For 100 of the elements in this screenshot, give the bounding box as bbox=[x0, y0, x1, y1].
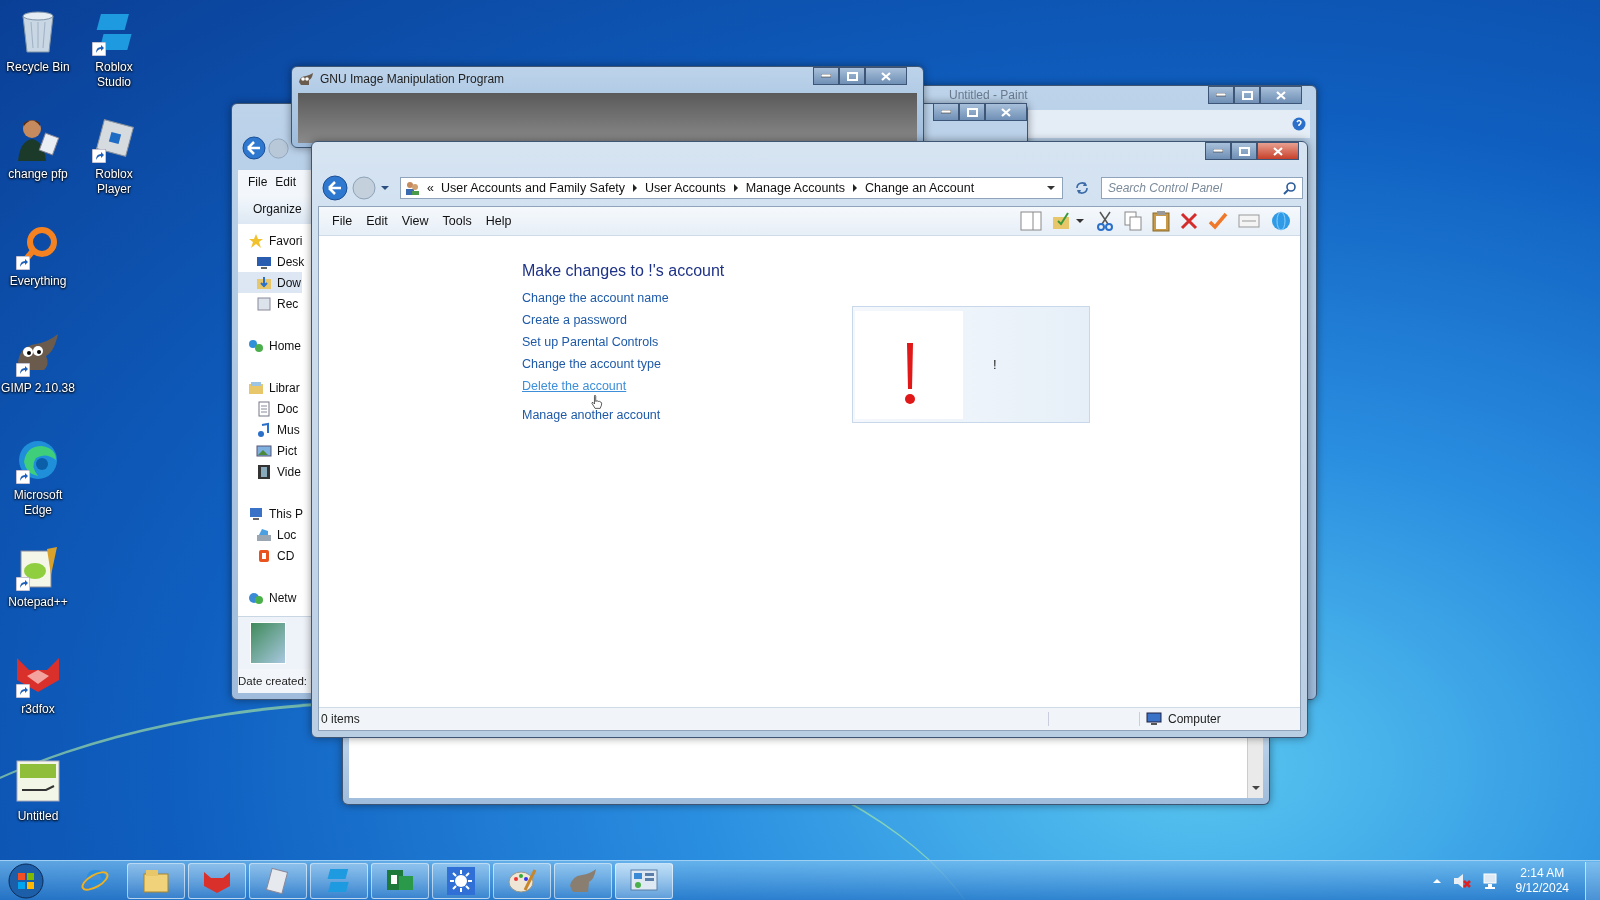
breadcrumb-item[interactable]: Manage Accounts bbox=[745, 181, 846, 195]
location-label: Computer bbox=[1168, 712, 1221, 726]
show-desktop-button[interactable] bbox=[1585, 862, 1600, 900]
close-button[interactable] bbox=[1257, 142, 1299, 160]
breadcrumb-item[interactable]: User Accounts and Family Safety bbox=[440, 181, 626, 195]
nav-item[interactable]: Pict bbox=[238, 440, 298, 461]
recent-pages-icon[interactable] bbox=[380, 184, 390, 192]
taskbar-button[interactable] bbox=[371, 863, 429, 899]
nav-item[interactable]: This P bbox=[238, 503, 304, 524]
desktop-shortcut[interactable]: Microsoft Edge bbox=[0, 432, 76, 539]
music-icon bbox=[256, 421, 272, 438]
task-link[interactable]: Change the account type bbox=[522, 356, 661, 372]
chevron-right-icon[interactable] bbox=[632, 184, 639, 192]
task-link[interactable]: Manage another account bbox=[522, 407, 661, 423]
desktop-shortcut[interactable]: r3dfox bbox=[0, 646, 76, 753]
taskbar-button[interactable] bbox=[615, 863, 673, 899]
paste-icon[interactable] bbox=[1152, 210, 1170, 232]
task-link[interactable]: Change the account name bbox=[522, 290, 669, 306]
nav-item[interactable]: CD bbox=[238, 545, 296, 566]
cut-icon[interactable] bbox=[1096, 211, 1114, 231]
volume-icon[interactable] bbox=[1451, 872, 1472, 890]
minimize-button[interactable] bbox=[813, 67, 839, 85]
address-bar[interactable]: « User Accounts and Family Safety User Accounts Manage Accounts Change an Account bbox=[400, 177, 1063, 199]
maximize-button[interactable] bbox=[959, 103, 985, 121]
scroll-down-icon[interactable] bbox=[1250, 784, 1261, 792]
minimize-button[interactable] bbox=[1205, 142, 1231, 160]
scrollbar[interactable] bbox=[1247, 738, 1263, 798]
desktop-shortcut[interactable]: Roblox Studio bbox=[76, 4, 152, 111]
task-link[interactable]: Create a password bbox=[522, 312, 627, 328]
nav-item[interactable]: Loc bbox=[238, 524, 298, 545]
nav-item[interactable]: Dow bbox=[238, 272, 302, 293]
maximize-icon bbox=[846, 71, 858, 81]
menu-item[interactable]: File bbox=[244, 173, 272, 191]
maximize-button[interactable] bbox=[1231, 142, 1257, 160]
breadcrumb-item[interactable]: Change an Account bbox=[865, 181, 975, 195]
search-field[interactable]: Search Control Panel bbox=[1101, 177, 1303, 199]
help-icon[interactable] bbox=[1292, 117, 1306, 131]
app-icon bbox=[446, 866, 476, 896]
taskbar-button[interactable] bbox=[188, 863, 246, 899]
nav-item[interactable]: Netw bbox=[238, 587, 298, 608]
menu-item[interactable]: View bbox=[394, 212, 436, 230]
nav-item[interactable]: Favori bbox=[238, 230, 304, 251]
nav-item[interactable]: Librar bbox=[238, 377, 301, 398]
desktop-shortcut[interactable]: Everything bbox=[0, 218, 76, 325]
star-icon bbox=[248, 232, 264, 249]
desktop-shortcut[interactable]: change pfp bbox=[0, 111, 76, 218]
menu-item[interactable]: Edit bbox=[271, 173, 301, 191]
minimize-button[interactable] bbox=[933, 103, 959, 121]
users-icon bbox=[404, 180, 420, 196]
minimize-button[interactable] bbox=[1208, 86, 1234, 104]
show-hidden-icons[interactable] bbox=[1431, 877, 1442, 885]
checkmark-icon[interactable] bbox=[1208, 212, 1228, 230]
overflow-chevron[interactable]: « bbox=[427, 181, 434, 195]
nav-item[interactable]: Desk bbox=[238, 251, 306, 272]
copy-icon[interactable] bbox=[1124, 211, 1142, 231]
menu-item[interactable]: Tools bbox=[435, 212, 479, 230]
chevron-right-icon[interactable] bbox=[732, 184, 739, 192]
shortcut-arrow-icon bbox=[16, 363, 30, 377]
recycle-bin-icon bbox=[19, 10, 57, 54]
desktop-shortcut[interactable]: Untitled bbox=[0, 753, 76, 860]
maximize-button[interactable] bbox=[839, 67, 865, 85]
menu-item[interactable]: Edit bbox=[359, 212, 395, 230]
close-icon bbox=[1273, 146, 1283, 156]
breadcrumb-item[interactable]: User Accounts bbox=[645, 181, 726, 195]
menu-item[interactable]: File bbox=[325, 212, 360, 230]
taskbar-button[interactable] bbox=[493, 863, 551, 899]
close-button[interactable] bbox=[985, 103, 1027, 121]
nav-item[interactable]: Mus bbox=[238, 419, 301, 440]
nav-item[interactable]: Vide bbox=[238, 461, 302, 482]
task-link[interactable]: Delete the account bbox=[522, 378, 627, 394]
close-button[interactable] bbox=[865, 67, 907, 85]
close-button[interactable] bbox=[1260, 86, 1302, 104]
menu-item[interactable]: Help bbox=[478, 212, 519, 230]
desktop-shortcut[interactable]: Roblox Player bbox=[76, 111, 152, 218]
taskbar-button[interactable] bbox=[310, 863, 368, 899]
dropdown-icon[interactable] bbox=[1046, 184, 1056, 192]
desktop-shortcut[interactable]: Notepad++ bbox=[0, 539, 76, 646]
nav-item[interactable]: Doc bbox=[238, 398, 300, 419]
toolbar-button[interactable]: Organize bbox=[246, 200, 309, 218]
folder-options-icon[interactable] bbox=[1052, 211, 1086, 231]
desktop-shortcut[interactable]: Recycle Bin bbox=[0, 4, 76, 111]
nav-item[interactable]: Home bbox=[238, 335, 302, 356]
computer-icon bbox=[1146, 712, 1162, 726]
desktop-shortcut[interactable]: GIMP 2.10.38 bbox=[0, 325, 76, 432]
taskbar-button[interactable] bbox=[554, 863, 612, 899]
chevron-right-icon[interactable] bbox=[852, 184, 859, 192]
task-link[interactable]: Set up Parental Controls bbox=[522, 334, 659, 350]
refresh-icon[interactable] bbox=[1073, 179, 1091, 197]
start-button[interactable] bbox=[8, 863, 44, 899]
maximize-button[interactable] bbox=[1234, 86, 1260, 104]
back-button[interactable] bbox=[242, 136, 266, 160]
back-button[interactable] bbox=[322, 175, 348, 201]
taskbar-button[interactable] bbox=[432, 863, 490, 899]
taskbar-button[interactable] bbox=[249, 863, 307, 899]
globe-icon[interactable] bbox=[1270, 211, 1292, 231]
delete-icon[interactable] bbox=[1180, 212, 1198, 230]
taskbar-button[interactable] bbox=[127, 863, 185, 899]
network-icon[interactable] bbox=[1481, 872, 1500, 890]
nav-item[interactable]: Rec bbox=[238, 293, 300, 314]
account-tile[interactable]: ! bbox=[852, 306, 1090, 423]
